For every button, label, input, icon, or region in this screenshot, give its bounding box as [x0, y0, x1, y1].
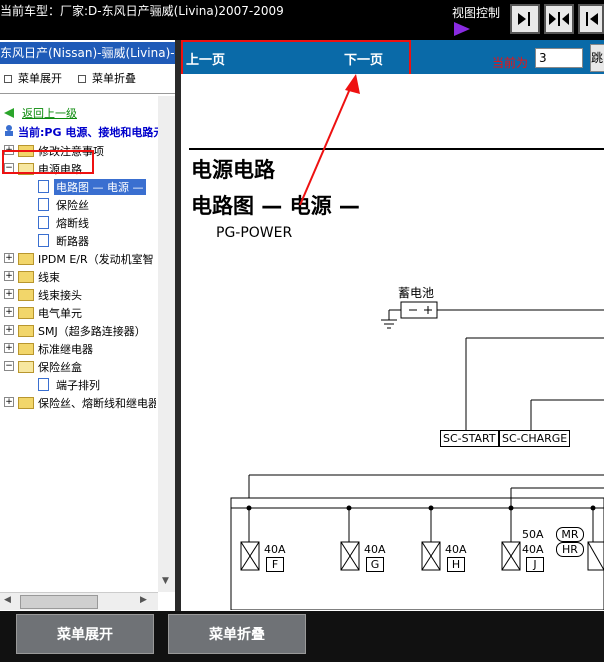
tree-item[interactable]: 标准继电器 — [38, 341, 93, 357]
document-icon — [38, 198, 49, 211]
view-control-label: 视图控制 — [452, 6, 501, 20]
menu-panel-header: 东风日产(Nissan)-骊威(Livina)-2 — [0, 42, 175, 64]
folder-icon — [18, 271, 34, 283]
dock-right-icon — [518, 12, 530, 26]
back-arrow-icon[interactable] — [4, 108, 14, 118]
section-title: 电源电路 — [191, 158, 275, 182]
dock-left-button[interactable] — [578, 4, 604, 34]
split-view-icon — [549, 12, 569, 26]
fuse-amp: 40A — [264, 543, 286, 556]
current-location-label: 当前:PG 电源、接地和电路元件 — [18, 126, 175, 139]
diagram-code: PG-POWER — [216, 225, 293, 241]
menu-collapse-link[interactable]: 菜单折叠 — [78, 70, 136, 86]
folder-open-icon — [18, 361, 34, 373]
scroll-left-icon[interactable]: ◀ — [4, 595, 11, 605]
view-control-arrow-icon[interactable] — [454, 22, 470, 36]
scroll-right-icon[interactable]: ▶ — [140, 595, 147, 605]
tree-item-selected[interactable]: 电路图 — 电源 — — [54, 179, 146, 195]
vertical-scrollbar[interactable]: ▼ — [158, 96, 175, 592]
menu-expand-button[interactable]: 菜单展开 — [16, 614, 154, 654]
folder-icon — [18, 253, 34, 265]
folder-icon — [18, 325, 34, 337]
split-view-button[interactable] — [544, 4, 574, 34]
document-icon — [38, 216, 49, 229]
tree-expand-icon[interactable]: + — [4, 253, 14, 263]
tree-expand-icon[interactable]: + — [4, 397, 14, 407]
dock-left-icon — [586, 12, 598, 26]
hr-badge: HR — [556, 542, 584, 557]
vehicle-label: 当前车型：厂家:D-东风日产骊威(Livina)2007-2009 — [0, 4, 284, 18]
fuse-amp: 40A — [445, 543, 467, 556]
tree-expand-icon[interactable]: + — [4, 325, 14, 335]
user-icon — [3, 124, 15, 136]
tree-item[interactable]: 端子排列 — [56, 377, 100, 393]
battery-label: 蓄电池 — [398, 286, 435, 300]
sc-start-label: SC-START — [440, 430, 499, 447]
tree-collapse-icon[interactable]: − — [4, 361, 14, 371]
tree-item[interactable]: 线束 — [38, 269, 60, 285]
current-page-label: 当前为 — [492, 56, 529, 70]
dock-right-button[interactable] — [510, 4, 540, 34]
mr-badge: MR — [556, 527, 584, 542]
tree-item[interactable]: SMJ（超多路连接器） — [38, 323, 146, 339]
current-page-input[interactable]: 3 — [535, 48, 583, 68]
annotation-arrow-icon — [299, 74, 360, 206]
document-icon — [38, 234, 49, 247]
menu-collapse-button[interactable]: 菜单折叠 — [168, 614, 306, 654]
collapse-icon — [78, 75, 86, 83]
fuse-amp: 40A — [522, 543, 544, 556]
menu-collapse-label: 菜单折叠 — [92, 72, 136, 85]
sc-charge-label: SC-CHARGE — [499, 430, 571, 447]
tree-item[interactable]: 保险丝 — [56, 197, 89, 213]
scroll-thumb[interactable] — [20, 595, 98, 609]
tree-expand-icon[interactable]: + — [4, 289, 14, 299]
divider — [0, 93, 175, 94]
back-link[interactable]: 返回上一级 — [22, 105, 77, 121]
tree-item[interactable]: 熔断线 — [56, 215, 89, 231]
folder-icon — [18, 289, 34, 301]
menu-expand-link[interactable]: 菜单展开 — [4, 70, 62, 86]
tree-item[interactable]: 电气单元 — [38, 305, 82, 321]
tree-item[interactable]: IPDM E/R（发动机室智 — [38, 251, 155, 267]
folder-icon — [18, 397, 34, 409]
tree-item[interactable]: 线束接头 — [38, 287, 82, 303]
folder-icon — [18, 307, 34, 319]
tree-item[interactable]: 保险丝盒 — [38, 359, 82, 375]
fuse-code: F — [266, 557, 284, 572]
goto-page-button[interactable]: 跳 — [590, 44, 604, 72]
fuse-code: H — [447, 557, 465, 572]
tree-item[interactable]: 断路器 — [56, 233, 89, 249]
fuse-amp: 40A — [364, 543, 386, 556]
document-icon — [38, 180, 49, 193]
folder-icon — [18, 343, 34, 355]
tree-expand-icon[interactable]: + — [4, 271, 14, 281]
fuse-amp: 50A — [522, 528, 544, 541]
document-icon — [38, 378, 49, 391]
expand-icon — [4, 75, 12, 83]
tree-item[interactable]: 保险丝、熔断线和继电器 — [38, 395, 156, 411]
tree-expand-icon[interactable]: + — [4, 307, 14, 317]
menu-expand-label: 菜单展开 — [18, 72, 62, 85]
scroll-down-icon[interactable]: ▼ — [162, 576, 169, 586]
horizontal-scrollbar[interactable]: ◀ ▶ — [0, 592, 158, 610]
header-rule — [189, 148, 604, 150]
fuse-code: J — [526, 557, 544, 572]
tree-expand-icon[interactable]: + — [4, 343, 14, 353]
highlight-box — [2, 150, 94, 174]
fuse-code: G — [366, 557, 384, 572]
